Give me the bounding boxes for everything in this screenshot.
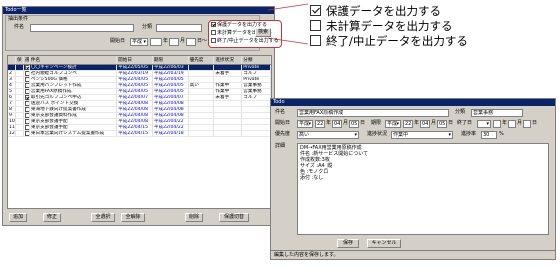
callout-option-finished: 終了/中止データを出力する — [326, 34, 468, 48]
callout-option-protected: 保護データを出力する — [326, 4, 441, 18]
callout-options: 保護データを出力する 未計算データを出力する 終了/中止データを出力する — [310, 2, 550, 48]
callout-option-uncalculated: 未計算データを出力する — [326, 19, 453, 33]
callout-checkbox-icon — [310, 5, 321, 16]
callout-checkbox-icon — [310, 20, 321, 31]
callout-line-top — [267, 3, 309, 11]
callout-checkbox-icon — [310, 35, 321, 46]
callout-line-bottom — [267, 37, 309, 45]
